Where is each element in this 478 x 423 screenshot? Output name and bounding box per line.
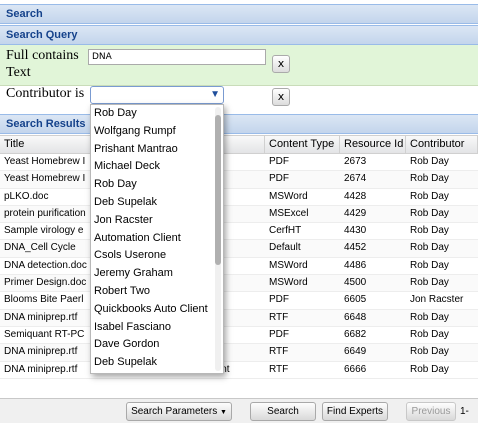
cell-contributor: Rob Day — [410, 242, 449, 254]
grid-header-row: Title e Type Content Type Resource Id Co… — [0, 136, 478, 154]
cell-contributor: Rob Day — [410, 190, 449, 202]
full-text-label-line2: Text — [6, 65, 31, 80]
dropdown-option[interactable]: Isabel Fasciano — [91, 319, 223, 337]
previous-button[interactable]: Previous — [406, 402, 456, 421]
table-row[interactable]: DNA miniprep.rtfx EntryRTF6649Rob Day — [0, 344, 478, 362]
search-button[interactable]: Search — [250, 402, 316, 421]
remove-full-text-button[interactable]: x — [272, 55, 290, 73]
cell-resource-id: 4486 — [344, 259, 367, 271]
dropdown-option[interactable]: Deb Supelak — [91, 194, 223, 212]
cell-contributor: Jon Racster — [410, 294, 464, 306]
cell-contributor: Rob Day — [410, 156, 449, 167]
table-row[interactable]: DNA miniprep.rtfntRTF6648Rob Day — [0, 309, 478, 327]
cell-resource-id: 4500 — [344, 277, 367, 289]
query-row-contributor: Contributor is x — [0, 86, 478, 110]
cell-contributor: Rob Day — [410, 363, 449, 375]
query-row-full-text: Full contains Text DNA x — [0, 45, 478, 86]
contributor-select-value — [91, 89, 94, 101]
cell-resource-id: 6682 — [344, 328, 367, 340]
cell-content-type: MSExcel — [269, 207, 309, 219]
cell-contributor: Rob Day — [410, 207, 449, 219]
cell-content-type: RTF — [269, 346, 289, 358]
cell-content-type: PDF — [269, 173, 289, 185]
dropdown-option[interactable]: Quickbooks Auto Client — [91, 301, 223, 319]
column-header-contributor[interactable]: Contributor — [406, 136, 478, 153]
cell-resource-id: 6649 — [344, 346, 367, 358]
dropdown-option[interactable]: Rob Day — [91, 105, 223, 123]
dropdown-option[interactable]: Michael Deck — [91, 158, 223, 176]
find-experts-button[interactable]: Find Experts — [322, 402, 388, 421]
contributor-label: Contributor is — [6, 86, 85, 101]
cell-contributor: Rob Day — [410, 311, 449, 323]
cell-contributor: Rob Day — [410, 225, 449, 237]
cell-resource-id: 2674 — [344, 173, 367, 185]
cell-content-type: PDF — [269, 156, 289, 167]
dropdown-scrollbar[interactable] — [215, 107, 221, 371]
table-row[interactable]: DNA_Cell CyclentDefault4452Rob Day — [0, 240, 478, 258]
full-text-label-line1: Full contains — [6, 48, 79, 63]
table-row[interactable]: Primer Design.docntMSWord4500Rob Day — [0, 275, 478, 293]
dropdown-option[interactable]: Automation Client — [91, 230, 223, 248]
pager-text: 1-10 — [460, 406, 469, 417]
dropdown-scroll-thumb[interactable] — [215, 115, 221, 265]
cell-content-type: Default — [269, 242, 301, 254]
dropdown-option[interactable]: Deb Supelak — [91, 354, 223, 372]
table-row[interactable]: Yeast Homebrew Ix EntryPDF2673Rob Day — [0, 154, 478, 172]
cell-content-type: PDF — [269, 328, 289, 340]
cell-content-type: PDF — [269, 294, 289, 306]
cell-resource-id: 4428 — [344, 190, 367, 202]
table-row[interactable]: protein purificationntMSExcel4429Rob Day — [0, 205, 478, 224]
full-text-input[interactable]: DNA — [88, 49, 266, 65]
cell-content-type: MSWord — [269, 277, 308, 289]
table-row[interactable]: Blooms Bite PaerlntPDF6605Jon Racster — [0, 292, 478, 310]
chevron-down-icon[interactable]: ▼ — [210, 88, 220, 102]
caret-down-icon: ▼ — [220, 409, 227, 416]
dropdown-items: Rob Day Wolfgang Rumpf Prishant Mantrao Mic… — [91, 105, 223, 372]
column-header-content-type[interactable]: Content Type — [265, 136, 340, 153]
search-results-header: Search Results — [0, 114, 478, 134]
cell-resource-id: 4430 — [344, 225, 367, 237]
cell-content-type: MSWord — [269, 259, 308, 271]
dropdown-option[interactable]: Dave Gordon — [91, 336, 223, 354]
search-query-header: Search Query — [0, 25, 478, 45]
cell-content-type: MSWord — [269, 190, 308, 202]
contributor-select[interactable]: ▼ — [90, 86, 224, 104]
cell-resource-id: 6605 — [344, 294, 367, 306]
cell-resource-id: 6666 — [344, 363, 367, 375]
dropdown-option[interactable]: Jeremy Graham — [91, 265, 223, 283]
cell-contributor: Rob Day — [410, 173, 449, 185]
search-panel-header: Search — [0, 4, 478, 24]
search-parameters-button[interactable]: Search Parameters ▼ — [126, 402, 232, 421]
cell-contributor: Rob Day — [410, 277, 449, 289]
contributor-dropdown-list: Rob Day Wolfgang Rumpf Prishant Mantrao Mic… — [90, 104, 224, 374]
cell-contributor: Rob Day — [410, 346, 449, 358]
cell-content-type: CerfHT — [269, 225, 302, 237]
table-row[interactable]: Sample virology entCerfHT4430Rob Day — [0, 223, 478, 241]
table-row[interactable]: DNA detection.docntMSWord4486Rob Day — [0, 258, 478, 276]
results-grid: Title e Type Content Type Resource Id Co… — [0, 135, 478, 398]
cell-content-type: RTF — [269, 311, 289, 323]
cell-contributor: Rob Day — [410, 328, 449, 340]
grid-body: Yeast Homebrew Ix EntryPDF2673Rob DayYea… — [0, 154, 478, 379]
cell-content-type: RTF — [269, 363, 289, 375]
dropdown-option[interactable]: Csols Userone — [91, 247, 223, 265]
dropdown-option[interactable]: Prishant Mantrao — [91, 141, 223, 159]
dropdown-option[interactable]: Rob Day — [91, 176, 223, 194]
column-header-resource-id[interactable]: Resource Id — [340, 136, 406, 153]
cell-resource-id: 4452 — [344, 242, 367, 254]
bottom-toolbar: Search Parameters ▼ Search Find Experts … — [0, 398, 478, 423]
cell-contributor: Rob Day — [410, 259, 449, 271]
search-parameters-label: Search Parameters — [131, 406, 218, 417]
table-row[interactable]: pLKO.docntMSWord4428Rob Day — [0, 189, 478, 206]
dropdown-option[interactable]: Wolfgang Rumpf — [91, 123, 223, 141]
table-row[interactable]: DNA miniprep.rtfDocumentRTF6666Rob Day — [0, 362, 478, 379]
dropdown-option[interactable]: Jon Racster — [91, 212, 223, 230]
dropdown-option[interactable]: Robert Two — [91, 283, 223, 301]
cell-resource-id: 2673 — [344, 156, 367, 167]
remove-contributor-button[interactable]: x — [272, 88, 290, 106]
table-row[interactable]: Semiquant RT-PCntPDF6682Rob Day — [0, 327, 478, 345]
cell-resource-id: 6648 — [344, 311, 367, 323]
table-row[interactable]: Yeast Homebrew IntPDF2674Rob Day — [0, 171, 478, 189]
cell-resource-id: 4429 — [344, 207, 367, 219]
